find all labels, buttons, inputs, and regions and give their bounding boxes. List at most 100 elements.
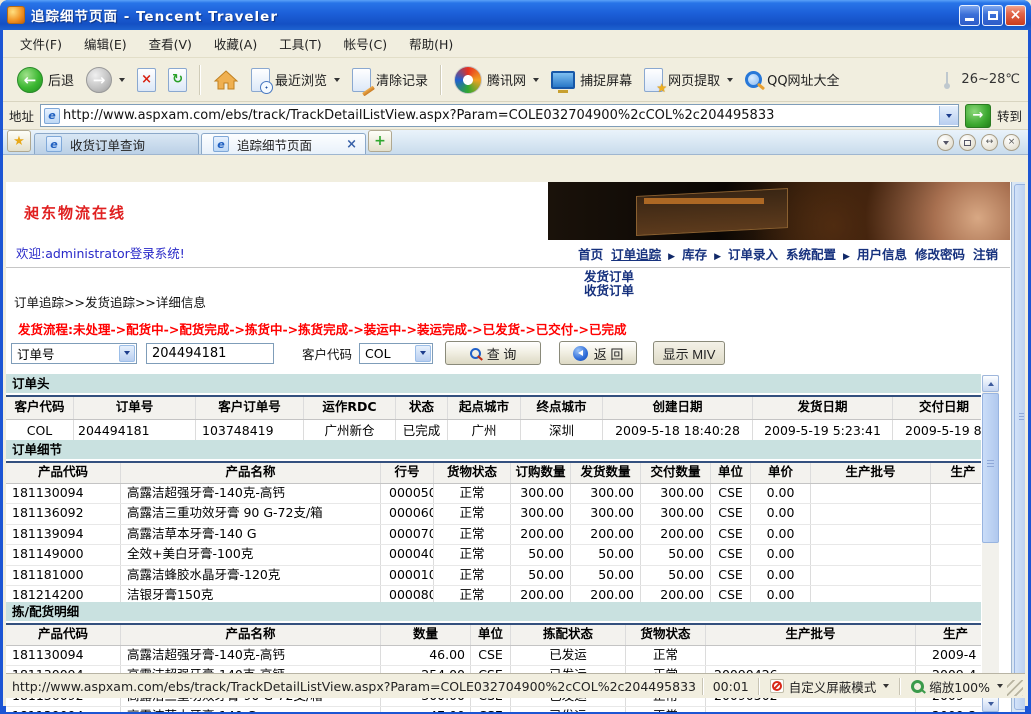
table-header-row: 客户代码订单号客户订单号运作RDC状态起点城市终点城市创建日期发货日期交付日期	[6, 395, 981, 420]
switch-tabs-button[interactable]: ↔	[981, 134, 998, 151]
menu-item[interactable]: 收藏(A)	[203, 30, 268, 57]
nav-menu-item[interactable]: 发货订单	[584, 270, 634, 284]
table-cell	[931, 566, 981, 586]
table-cell: 高露洁超强牙膏-140克-高钙	[121, 484, 381, 504]
table-header-row: 产品代码产品名称行号货物状态订购数量发货数量交付数量单位单价生产批号生产	[6, 461, 981, 484]
select-arrow-button[interactable]	[415, 345, 431, 362]
miv-button-label: 显示 MIV	[663, 344, 716, 363]
table-cell: 2009-3	[916, 707, 981, 712]
extract-dropdown-icon	[727, 78, 733, 82]
column-header: 行号	[381, 463, 434, 483]
address-input[interactable]	[63, 107, 939, 124]
qq-sites-button[interactable]: QQ网址大全	[739, 67, 845, 92]
nav-item[interactable]: 注销	[973, 247, 998, 262]
outer-scrollbar-thumb[interactable]	[1014, 184, 1025, 710]
back-button[interactable]: ← 后退	[11, 64, 80, 96]
order-type-select[interactable]: 订单号	[11, 343, 137, 364]
nav-arrow-icon: ▶	[668, 252, 675, 262]
table-cell: 000010	[381, 566, 434, 586]
menu-item[interactable]: 帐号(C)	[333, 30, 398, 57]
order-number-input[interactable]	[146, 343, 274, 364]
address-label: 地址	[9, 106, 34, 125]
toolbar: ← 后退 → × ↻ 最近浏览	[3, 58, 1028, 102]
table-cell: 2009-5-18 18:40:28	[603, 420, 753, 442]
nav-menu-item[interactable]: 收货订单	[584, 284, 634, 298]
table-cell: 181136092	[6, 504, 121, 524]
new-tab-button[interactable]: +	[368, 130, 392, 152]
window-icon	[964, 140, 971, 146]
zoom-control[interactable]: 缩放100%	[907, 677, 1007, 696]
browser-tab[interactable]: e追踪细节页面×	[201, 133, 366, 154]
stop-button[interactable]: ×	[131, 65, 162, 95]
table-cell: 正常	[434, 566, 511, 586]
close-tabs-button[interactable]: ×	[1003, 134, 1020, 151]
recent-button[interactable]: 最近浏览	[245, 65, 346, 95]
tencent-button[interactable]: 腾讯网	[448, 63, 545, 97]
inner-scrollbar[interactable]	[982, 375, 999, 712]
outer-scrollbar[interactable]	[1011, 182, 1025, 712]
column-header: 发货日期	[753, 397, 893, 419]
menu-item[interactable]: 帮助(H)	[398, 30, 464, 57]
column-header: 发货数量	[571, 463, 641, 483]
arrow-left-icon	[578, 350, 583, 356]
minimize-icon	[965, 18, 974, 21]
maximize-button[interactable]	[982, 5, 1003, 26]
column-header: 终点城市	[521, 397, 603, 419]
table-cell: 正常	[626, 646, 706, 666]
resize-grip[interactable]	[1007, 680, 1023, 696]
nav-item[interactable]: 订单录入	[728, 247, 778, 262]
home-button[interactable]	[207, 65, 245, 95]
minimize-button[interactable]	[959, 5, 980, 26]
column-header: 生产	[916, 625, 981, 645]
search-button[interactable]: 查 询	[445, 341, 541, 365]
customer-code-select[interactable]: COL	[359, 343, 433, 364]
close-button[interactable]: ×	[1005, 5, 1026, 26]
favorites-button[interactable]: ★	[7, 130, 31, 152]
go-button[interactable]: →	[965, 104, 991, 128]
table-cell: 广州新仓	[304, 420, 396, 442]
filter-row: 订单号 客户代码 COL 查 询 返 回 显示 MIV	[6, 338, 981, 368]
table-cell	[811, 566, 931, 586]
menu-item[interactable]: 工具(T)	[268, 30, 332, 57]
menu-item[interactable]: 查看(V)	[138, 30, 203, 57]
table-row: 181149000全效+美白牙膏-100克000040正常50.0050.005…	[6, 545, 981, 566]
address-dropdown-button[interactable]	[939, 106, 958, 125]
column-header: 产品名称	[121, 463, 381, 483]
column-header: 货物状态	[434, 463, 511, 483]
chevron-down-icon	[943, 141, 949, 145]
nav-item[interactable]: 订单追踪	[611, 247, 661, 262]
table-cell: 50.00	[641, 545, 711, 565]
close-tab-icon[interactable]: ×	[346, 137, 357, 152]
select-arrow-button[interactable]	[119, 345, 135, 362]
nav-item[interactable]: 库存	[682, 247, 707, 262]
browser-tab[interactable]: e收货订单查询	[34, 133, 199, 154]
menu-item[interactable]: 文件(F)	[9, 30, 73, 57]
table-cell: 高露洁三重功效牙膏 90 G-72支/箱	[121, 504, 381, 524]
scroll-up-button[interactable]	[982, 375, 999, 392]
table-cell: COL	[6, 420, 74, 442]
page-extract-button[interactable]: ★ 网页提取	[638, 65, 739, 95]
show-miv-button[interactable]: 显示 MIV	[653, 341, 725, 365]
block-mode-button[interactable]: 自定义屏蔽模式	[766, 677, 894, 696]
nav-item[interactable]: 首页	[578, 247, 603, 262]
breadcrumb: 订单追踪>>发货追踪>>详细信息	[14, 292, 206, 311]
arrow-down-icon	[988, 702, 994, 706]
nav-item[interactable]: 用户信息	[857, 247, 907, 262]
section-order-header: 订单头	[6, 374, 981, 393]
nav-item[interactable]: 修改密码	[915, 247, 965, 262]
return-button[interactable]: 返 回	[559, 341, 637, 365]
clear-history-button[interactable]: 清除记录	[346, 65, 434, 95]
capture-screen-button[interactable]: 捕捉屏幕	[545, 67, 638, 92]
refresh-button[interactable]: ↻	[162, 65, 193, 95]
menu-item[interactable]: 编辑(E)	[73, 30, 138, 57]
forward-button[interactable]: →	[80, 64, 131, 96]
column-header: 生产	[931, 463, 981, 483]
nav-item[interactable]: 系统配置	[786, 247, 836, 262]
collapse-button[interactable]	[937, 134, 954, 151]
window-mode-button[interactable]	[959, 134, 976, 151]
column-header: 交付日期	[893, 397, 981, 419]
shipping-flow-text: 发货流程:未处理->配货中->配货完成->拣货中->拣货完成->装运中->装运完…	[18, 319, 626, 338]
scrollbar-thumb[interactable]	[982, 393, 999, 543]
column-header: 客户订单号	[196, 397, 304, 419]
table-cell: 181139094	[6, 707, 121, 712]
